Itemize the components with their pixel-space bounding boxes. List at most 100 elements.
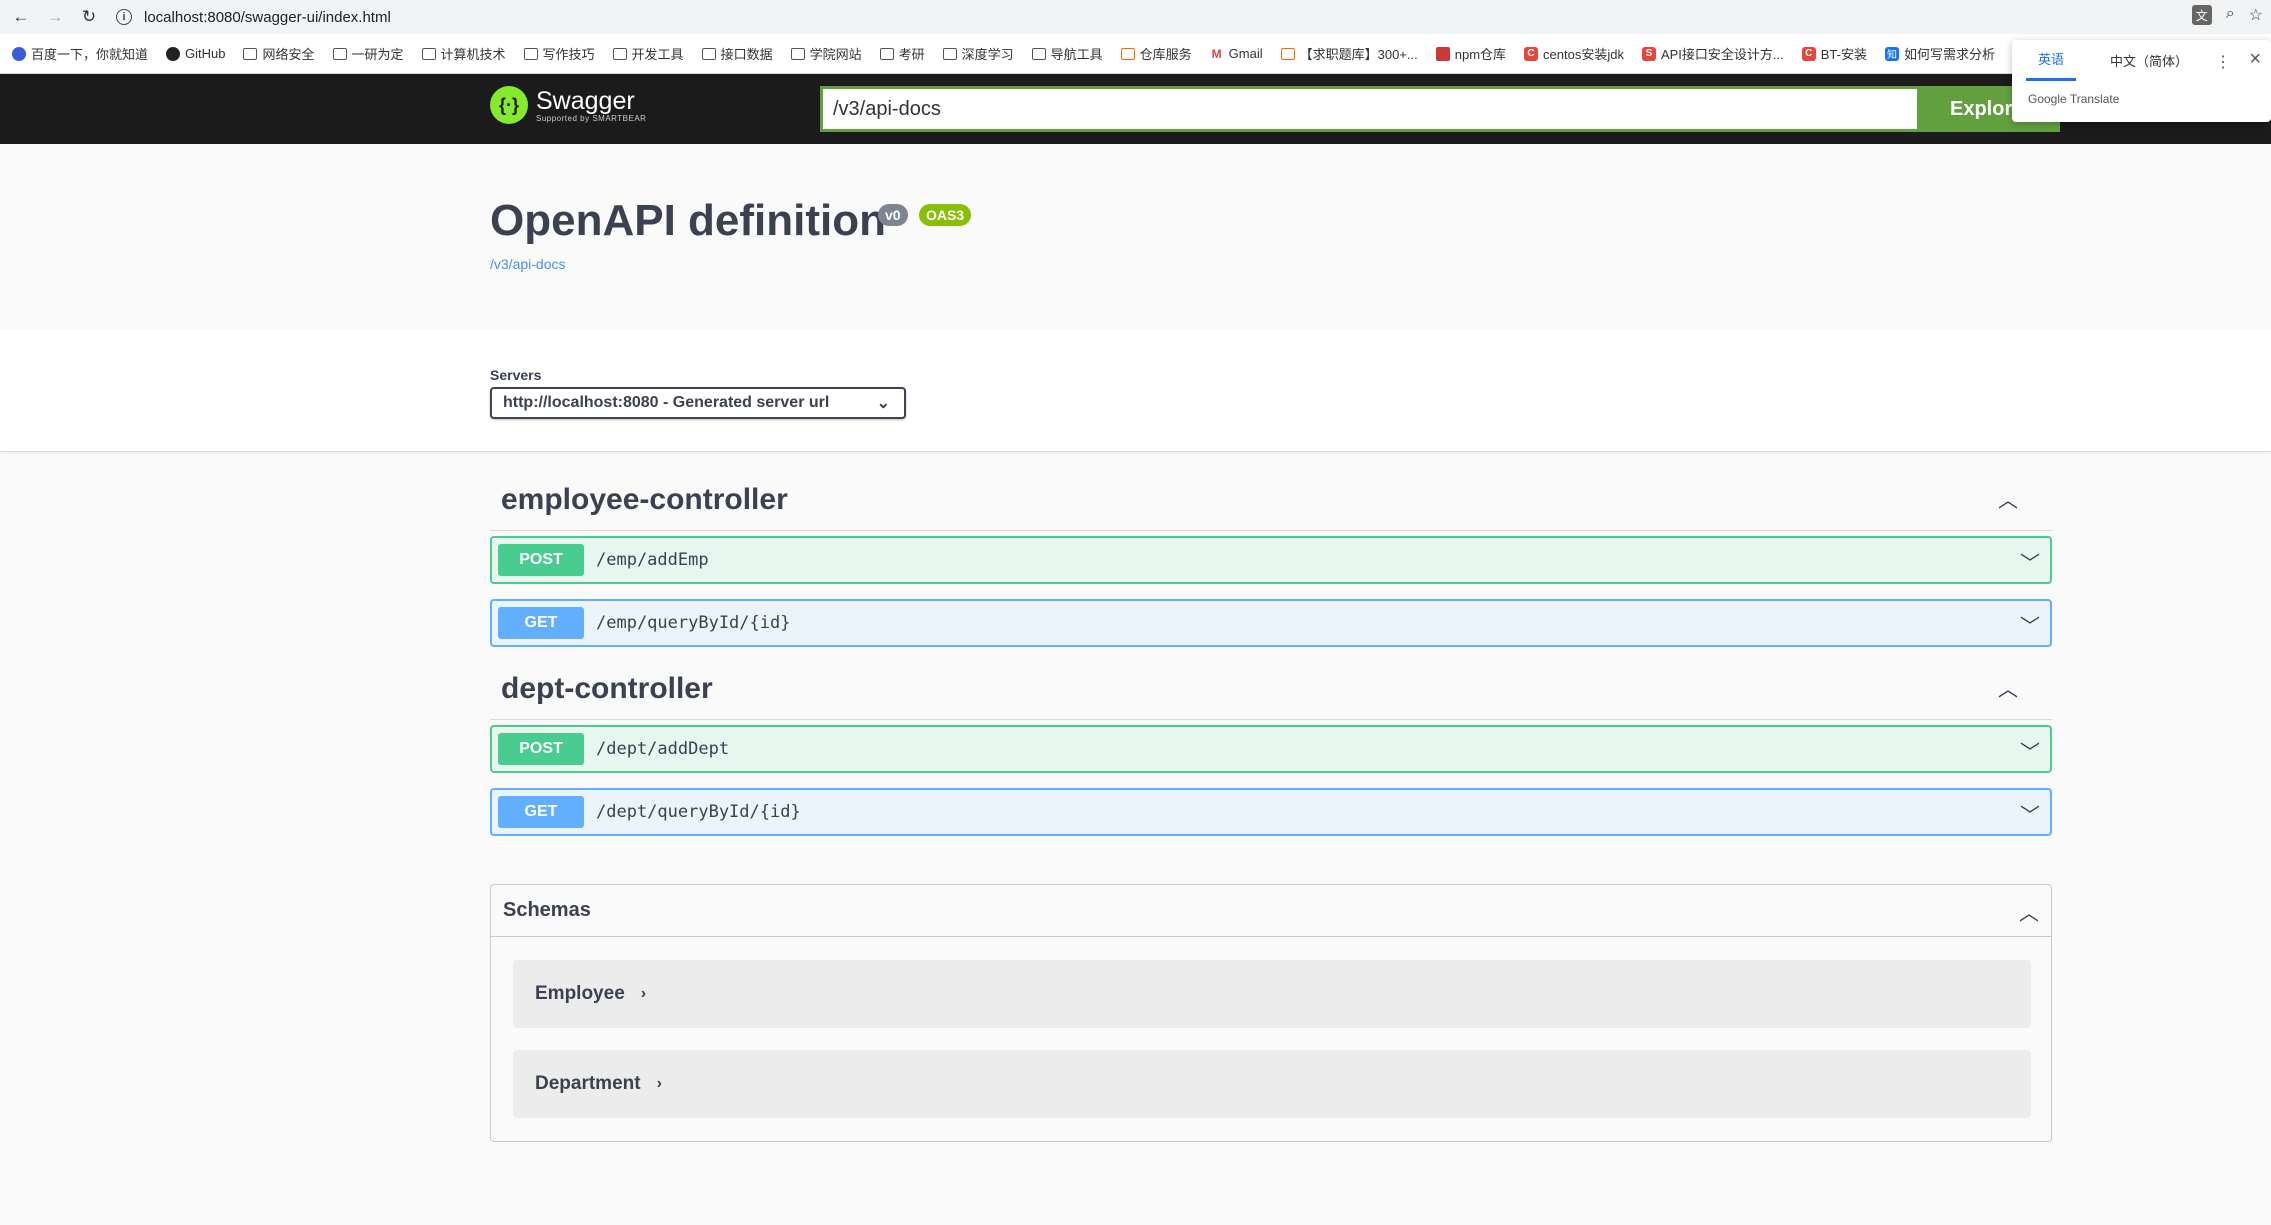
schemas-header[interactable]: Schemas — [491, 885, 2051, 937]
chevron-up-icon[interactable]: ︿ — [2019, 897, 2039, 926]
bookmark-label: 写作技巧 — [542, 47, 595, 62]
bookmark-label: 仓库服务 — [1139, 47, 1192, 62]
github-icon — [166, 46, 181, 61]
chevron-up-icon[interactable]: ︿ — [1998, 673, 2018, 702]
bookmark-label: 开发工具 — [631, 47, 684, 62]
chevron-down-icon[interactable]: ﹀ — [2020, 610, 2040, 639]
bookmark-item[interactable]: npm仓库 — [1435, 44, 1507, 63]
bookmark-folder[interactable]: 写作技巧 — [523, 44, 595, 63]
bookmark-folder[interactable]: 网络安全 — [243, 44, 315, 63]
bookmark-label: centos安装jdk — [1543, 47, 1624, 62]
method-badge: POST — [498, 544, 584, 576]
folder-icon — [421, 47, 436, 60]
forward-icon[interactable]: → — [42, 4, 68, 30]
google-translate-label: Google Translate — [2028, 92, 2120, 106]
folder-icon — [942, 47, 957, 60]
bookmark-item[interactable]: 百度一下，你就知道 — [12, 44, 148, 63]
bookmark-item[interactable]: M Gmail — [1210, 46, 1263, 61]
bookmark-label: API接口安全设计方... — [1660, 47, 1784, 62]
logo-name: Swagger — [536, 86, 635, 115]
bookmark-item[interactable]: Ccentos安装jdk — [1524, 44, 1624, 63]
chevron-down-icon[interactable]: ﹀ — [2020, 547, 2040, 576]
bookmark-item[interactable]: C BT-安装 — [1801, 44, 1867, 63]
oas-badge: OAS3 — [919, 204, 972, 226]
bookmark-label: 接口数据 — [720, 47, 773, 62]
npm-icon — [1435, 46, 1450, 61]
folder-icon — [701, 47, 716, 60]
bookmark-label: 计算机技术 — [440, 47, 506, 62]
tag-title-employee-controller[interactable]: employee-controller — [501, 483, 788, 517]
chevron-down-icon[interactable]: ﹀ — [2020, 799, 2040, 828]
bookmark-item[interactable]: 知如何写需求分析 — [1884, 44, 1995, 63]
method-badge: GET — [498, 796, 584, 828]
bookmark-folder[interactable]: 接口数据 — [701, 44, 773, 63]
model-employee[interactable]: Employee › — [513, 960, 2031, 1028]
bookmark-item[interactable]: 【求职题库】300+... — [1280, 44, 1418, 63]
operation-path: /emp/addEmp — [596, 550, 709, 570]
swagger-logo-icon: {·} — [490, 86, 528, 124]
translate-tab-english[interactable]: 英语 — [2026, 39, 2077, 81]
close-icon[interactable]: × — [2249, 48, 2261, 71]
page-root: ← → ↻ i localhost:8080/swagger-ui/index.… — [0, 0, 2271, 1225]
address-bar[interactable]: localhost:8080/swagger-ui/index.html — [144, 9, 391, 26]
opblock-get-queryById[interactable]: GET /emp/queryById/{id} ﹀ — [490, 599, 2052, 647]
zoom-icon[interactable]: ⌕ — [2226, 5, 2235, 25]
version-badge: v0 — [878, 204, 908, 226]
chevron-up-icon[interactable]: ︿ — [1998, 484, 2018, 513]
bookmark-item[interactable]: S API接口安全设计方... — [1641, 44, 1784, 63]
swagger-logo[interactable]: {·} Swagger Supported by SMARTBEAR — [490, 86, 646, 124]
bookmark-folder[interactable]: 深度学习 — [942, 44, 1014, 63]
method-badge: GET — [498, 607, 584, 639]
gmail-icon: M — [1211, 46, 1222, 61]
bookmark-label: GitHub — [185, 46, 226, 61]
opblock-post-addDept[interactable]: POST /dept/addDept ﹀ — [490, 725, 2052, 773]
bookmark-label: 【求职题库】300+... — [1299, 47, 1418, 62]
repo-icon — [1120, 47, 1135, 60]
more-options-icon[interactable]: ⋮ — [2215, 52, 2231, 72]
api-docs-link[interactable]: /v3/api-docs — [490, 256, 565, 272]
chevron-right-icon: › — [656, 1075, 662, 1092]
chevron-down-icon: ⌄ — [876, 395, 890, 412]
schemas-section: Schemas ︿ Employee › Department › — [490, 884, 2052, 1142]
servers-selected-value: http://localhost:8080 - Generated server… — [503, 394, 830, 411]
urlbar-actions: 文 ⌕ ☆ — [2191, 5, 2263, 25]
niuke-icon — [1280, 47, 1295, 60]
schemas-title: Schemas — [503, 899, 591, 921]
page-title: OpenAPI definition — [490, 196, 886, 245]
servers-select[interactable]: http://localhost:8080 - Generated server… — [490, 387, 906, 419]
method-badge: POST — [498, 733, 584, 765]
chevron-down-icon[interactable]: ﹀ — [2020, 736, 2040, 765]
bookmark-folder[interactable]: 计算机技术 — [421, 44, 506, 63]
tag-divider — [490, 719, 2052, 720]
back-icon[interactable]: ← — [8, 4, 34, 30]
operation-path: /dept/addDept — [596, 739, 730, 759]
csdn-icon: C — [1524, 46, 1539, 61]
bookmark-folder[interactable]: 导航工具 — [1031, 44, 1103, 63]
zhihu-icon: 知 — [1884, 46, 1899, 61]
bookmark-star-icon[interactable]: ☆ — [2249, 5, 2263, 25]
reload-icon[interactable]: ↻ — [76, 4, 102, 30]
bookmark-folder[interactable]: 学院网站 — [790, 44, 862, 63]
bookmark-label: 如何写需求分析 — [1903, 47, 1995, 62]
folder-icon — [332, 47, 347, 60]
servers-label: Servers — [490, 367, 542, 383]
bookmark-folder[interactable]: 一研为定 — [332, 44, 404, 63]
bookmark-folder[interactable]: 开发工具 — [612, 44, 684, 63]
opblock-post-addEmp[interactable]: POST /emp/addEmp ﹀ — [490, 536, 2052, 584]
api-url-input[interactable]: /v3/api-docs — [820, 86, 1920, 132]
translate-tab-chinese[interactable]: 中文（简体） — [2098, 41, 2200, 80]
bookmark-item[interactable]: 仓库服务 — [1120, 44, 1192, 63]
bookmark-label: npm仓库 — [1454, 47, 1507, 62]
translate-icon[interactable]: 文 — [2191, 5, 2212, 25]
browser-urlbar: ← → ↻ i localhost:8080/swagger-ui/index.… — [0, 0, 2271, 34]
swagger-topbar: {·} Swagger Supported by SMARTBEAR /v3/a… — [0, 74, 2271, 144]
folder-icon — [612, 47, 627, 60]
translate-popup: 英语 中文（简体） ⋮ × Google Translate — [2012, 40, 2271, 122]
site-info-icon[interactable]: i — [116, 9, 132, 25]
bookmark-folder[interactable]: 考研 — [879, 44, 925, 63]
bookmark-item[interactable]: GitHub — [166, 46, 225, 61]
tag-title-dept-controller[interactable]: dept-controller — [501, 672, 713, 706]
model-department[interactable]: Department › — [513, 1050, 2031, 1118]
chevron-right-icon: › — [640, 985, 647, 1002]
opblock-get-dept-queryById[interactable]: GET /dept/queryById/{id} ﹀ — [490, 788, 2052, 836]
